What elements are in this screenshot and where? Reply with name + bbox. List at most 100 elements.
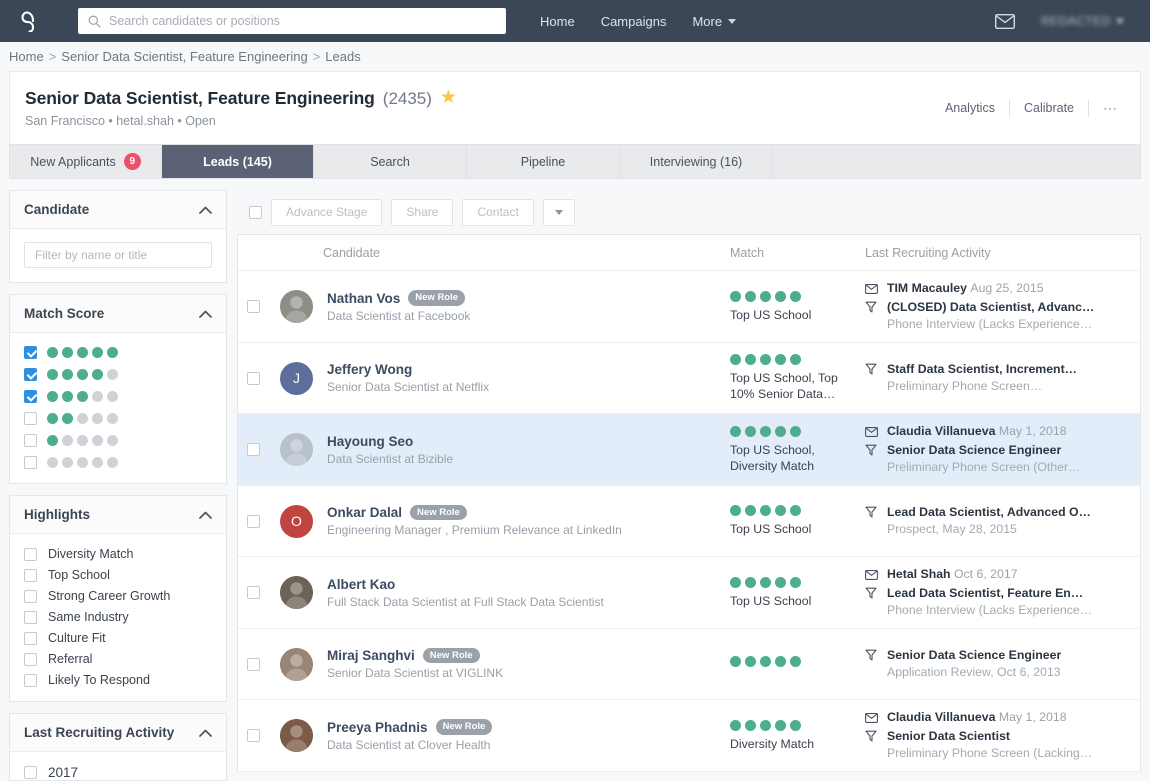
table-row[interactable]: Nathan VosNew RoleData Scientist at Face… bbox=[238, 271, 1140, 343]
new-role-badge: New Role bbox=[436, 719, 493, 735]
chevron-up-icon[interactable] bbox=[199, 724, 212, 742]
match-score-checkbox-1[interactable] bbox=[24, 434, 37, 447]
envelope-icon[interactable] bbox=[995, 14, 1015, 29]
table-row[interactable]: Hayoung SeoData Scientist at BizibleTop … bbox=[238, 414, 1140, 486]
avatar[interactable]: J bbox=[280, 362, 313, 395]
more-options-icon[interactable]: ⋯ bbox=[1089, 100, 1124, 117]
table-row[interactable]: OOnkar DalalNew RoleEngineering Manager … bbox=[238, 486, 1140, 557]
star-icon[interactable]: ★ bbox=[440, 88, 457, 107]
nav-link-campaigns[interactable]: Campaigns bbox=[601, 14, 667, 29]
match-cell: Top US School, Diversity Match bbox=[730, 426, 865, 474]
avatar[interactable] bbox=[280, 648, 313, 681]
table-row[interactable]: Miraj SanghviNew RoleSenior Data Scienti… bbox=[238, 629, 1140, 700]
calibrate-link[interactable]: Calibrate bbox=[1010, 101, 1088, 115]
match-score-filter-row[interactable] bbox=[24, 434, 212, 447]
advance-stage-button[interactable]: Advance Stage bbox=[271, 199, 382, 226]
breadcrumb-item-job[interactable]: Senior Data Scientist, Feature Engineeri… bbox=[61, 49, 307, 64]
highlight-filter-row[interactable]: Strong Career Growth bbox=[24, 589, 212, 603]
match-label: Top US School, Diversity Match bbox=[730, 442, 859, 474]
highlight-filter-row[interactable]: Likely To Respond bbox=[24, 673, 212, 687]
chevron-up-icon[interactable] bbox=[199, 305, 212, 323]
highlight-checkbox[interactable] bbox=[24, 674, 37, 687]
panel-highlights-header[interactable]: Highlights bbox=[10, 496, 226, 534]
row-checkbox[interactable] bbox=[247, 300, 260, 313]
highlight-checkbox[interactable] bbox=[24, 632, 37, 645]
candidate-filter-input[interactable] bbox=[24, 242, 212, 268]
breadcrumb-separator: > bbox=[49, 49, 57, 64]
nav-link-more[interactable]: More bbox=[692, 14, 736, 29]
user-menu[interactable]: REDACTED bbox=[1041, 14, 1124, 28]
search-input[interactable] bbox=[109, 14, 506, 28]
match-score-filter-row[interactable] bbox=[24, 456, 212, 469]
tab-leads[interactable]: Leads (145) bbox=[162, 145, 314, 178]
candidate-name[interactable]: Albert Kao bbox=[327, 577, 395, 592]
match-score-checkbox-0[interactable] bbox=[24, 456, 37, 469]
highlight-filter-row[interactable]: Diversity Match bbox=[24, 547, 212, 561]
highlight-checkbox[interactable] bbox=[24, 611, 37, 624]
highlight-filter-row[interactable]: Culture Fit bbox=[24, 631, 212, 645]
score-dot bbox=[107, 457, 118, 468]
tab-pipeline[interactable]: Pipeline bbox=[467, 145, 620, 178]
highlight-filter-row[interactable]: Top School bbox=[24, 568, 212, 582]
chevron-up-icon[interactable] bbox=[199, 201, 212, 219]
breadcrumb-item-leads[interactable]: Leads bbox=[325, 49, 360, 64]
candidate-name[interactable]: Miraj Sanghvi bbox=[327, 648, 415, 663]
analytics-link[interactable]: Analytics bbox=[931, 101, 1009, 115]
tab-interviewing[interactable]: Interviewing (16) bbox=[620, 145, 773, 178]
highlight-checkbox[interactable] bbox=[24, 569, 37, 582]
last-activity-checkbox[interactable] bbox=[24, 766, 37, 779]
panel-candidate-header[interactable]: Candidate bbox=[10, 191, 226, 229]
contact-button[interactable]: Contact bbox=[462, 199, 533, 226]
match-score-filter-row[interactable] bbox=[24, 368, 212, 381]
table-row[interactable]: Albert KaoFull Stack Data Scientist at F… bbox=[238, 557, 1140, 629]
chevron-up-icon[interactable] bbox=[199, 506, 212, 524]
panel-match-score-header[interactable]: Match Score bbox=[10, 295, 226, 333]
highlight-filter-row[interactable]: Referral bbox=[24, 652, 212, 666]
row-checkbox[interactable] bbox=[247, 372, 260, 385]
activity-role: Senior Data Science Engineer bbox=[887, 647, 1061, 664]
panel-last-activity-header[interactable]: Last Recruiting Activity bbox=[10, 714, 226, 752]
row-checkbox[interactable] bbox=[247, 729, 260, 742]
match-score-checkbox-2[interactable] bbox=[24, 412, 37, 425]
candidate-name[interactable]: Nathan Vos bbox=[327, 291, 400, 306]
global-search[interactable] bbox=[78, 8, 506, 34]
select-all-checkbox[interactable] bbox=[249, 206, 262, 219]
highlight-filter-row[interactable]: Same Industry bbox=[24, 610, 212, 624]
highlight-checkbox[interactable] bbox=[24, 653, 37, 666]
activity-role-line: Lead Data Scientist, Advanced O…Prospect… bbox=[865, 504, 1140, 538]
row-checkbox[interactable] bbox=[247, 658, 260, 671]
table-row[interactable]: Preeya PhadnisNew RoleData Scientist at … bbox=[238, 700, 1140, 772]
avatar[interactable] bbox=[280, 719, 313, 752]
match-score-filter-row[interactable] bbox=[24, 346, 212, 359]
breadcrumb-item-home[interactable]: Home bbox=[9, 49, 44, 64]
avatar[interactable] bbox=[280, 433, 313, 466]
nav-link-campaigns-label: Campaigns bbox=[601, 14, 667, 29]
match-score-filter-row[interactable] bbox=[24, 390, 212, 403]
candidate-name[interactable]: Preeya Phadnis bbox=[327, 720, 428, 735]
nav-link-home[interactable]: Home bbox=[540, 14, 575, 29]
highlight-checkbox[interactable] bbox=[24, 590, 37, 603]
row-checkbox[interactable] bbox=[247, 515, 260, 528]
highlight-checkbox[interactable] bbox=[24, 548, 37, 561]
match-score-checkbox-5[interactable] bbox=[24, 346, 37, 359]
tab-search[interactable]: Search bbox=[314, 145, 467, 178]
avatar[interactable] bbox=[280, 576, 313, 609]
avatar[interactable]: O bbox=[280, 505, 313, 538]
table-row[interactable]: JJeffery WongSenior Data Scientist at Ne… bbox=[238, 343, 1140, 414]
candidate-name[interactable]: Onkar Dalal bbox=[327, 505, 402, 520]
candidate-name[interactable]: Jeffery Wong bbox=[327, 362, 412, 377]
candidate-text: Preeya PhadnisNew RoleData Scientist at … bbox=[327, 719, 492, 752]
avatar[interactable] bbox=[280, 290, 313, 323]
match-score-filter-row[interactable] bbox=[24, 412, 212, 425]
more-actions-dropdown[interactable] bbox=[543, 199, 575, 226]
panel-highlights-title: Highlights bbox=[24, 507, 90, 522]
share-button[interactable]: Share bbox=[391, 199, 453, 226]
row-checkbox[interactable] bbox=[247, 443, 260, 456]
match-score-checkbox-4[interactable] bbox=[24, 368, 37, 381]
row-checkbox[interactable] bbox=[247, 586, 260, 599]
match-score-checkbox-3[interactable] bbox=[24, 390, 37, 403]
candidate-name[interactable]: Hayoung Seo bbox=[327, 434, 413, 449]
tab-new-applicants[interactable]: New Applicants 9 bbox=[10, 145, 162, 178]
last-activity-filter-row[interactable]: 2017 bbox=[24, 765, 212, 780]
infinity-logo[interactable] bbox=[18, 6, 48, 36]
